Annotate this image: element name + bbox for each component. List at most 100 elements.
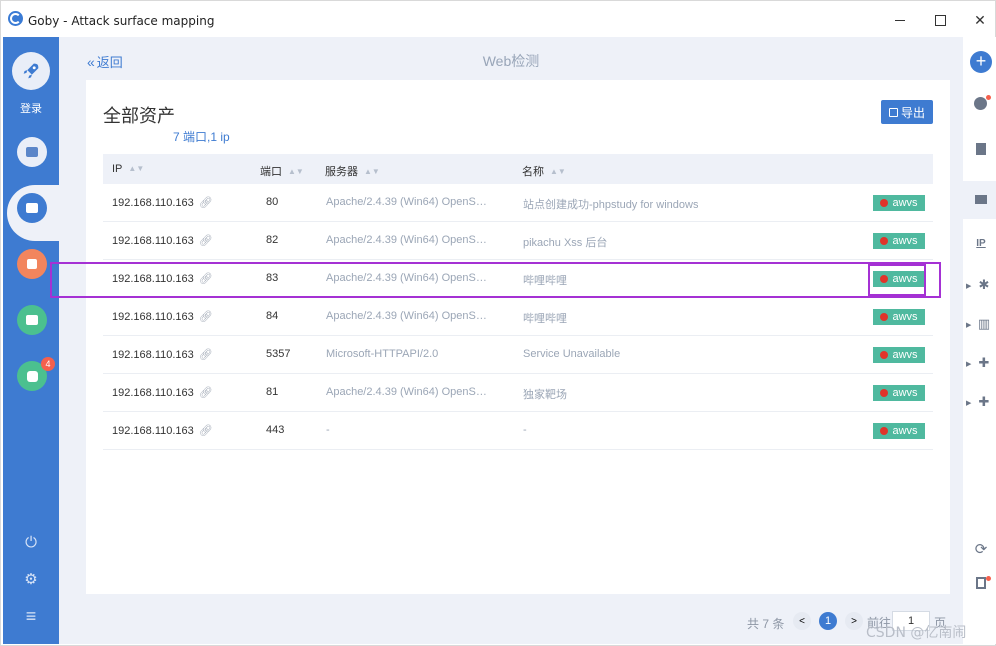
- name-cell: 站点创建成功-phpstudy for windows: [523, 199, 699, 211]
- add-task-button[interactable]: +: [970, 51, 992, 73]
- ip-cell[interactable]: 192.168.110.163 🔗︎: [112, 196, 213, 209]
- right-toolbar: + IP ▶ ✱ ▶ ▥ ▶ ✚ ▶ ✚ ⟳: [963, 37, 996, 644]
- notification-dot: [986, 576, 991, 581]
- link-icon[interactable]: 🔗︎: [199, 348, 213, 361]
- server-cell: Apache/2.4.39 (Win64) OpenSS...: [326, 196, 491, 208]
- rocket-icon: [23, 63, 39, 79]
- server-cell: Apache/2.4.39 (Win64) OpenSS...: [326, 310, 491, 322]
- sort-icon: ▲▼: [364, 167, 380, 176]
- app-window: Goby - Attack surface mapping ✕ 登录 4 ⏻ ⚙…: [0, 0, 996, 646]
- link-icon[interactable]: 🔗︎: [199, 310, 213, 323]
- bar-chart-icon[interactable]: ▥: [976, 316, 992, 332]
- table-row[interactable]: 192.168.110.163 🔗︎ 5357 Microsoft-HTTPAPI…: [103, 336, 933, 374]
- awvs-button[interactable]: awvs: [873, 423, 925, 439]
- avatar[interactable]: [12, 52, 50, 90]
- ip-cell[interactable]: 192.168.110.163 🔗︎: [112, 234, 213, 247]
- expand-icon: ▶: [966, 361, 972, 368]
- close-button[interactable]: ✕: [965, 9, 995, 31]
- pagination-total: 共 7 条: [747, 617, 785, 631]
- puzzle-icon[interactable]: ✚: [976, 355, 992, 371]
- chevron-left-icon: <: [799, 615, 805, 627]
- server-cell: Microsoft-HTTPAPI/2.0: [326, 348, 439, 360]
- window-icon: [26, 147, 38, 157]
- table-row[interactable]: 192.168.110.163 🔗︎ 81 Apache/2.4.39 (Win6…: [103, 374, 933, 412]
- awvs-icon: [880, 199, 889, 207]
- login-link[interactable]: 登录: [3, 100, 59, 116]
- plugin-count-badge: 4: [41, 357, 55, 371]
- sidebar-item-vulns[interactable]: [17, 249, 47, 279]
- awvs-button[interactable]: awvs: [873, 385, 925, 401]
- name-cell: 独家靶场: [523, 389, 567, 401]
- server-cell: Apache/2.4.39 (Win64) OpenSS...: [326, 386, 491, 398]
- column-header-server[interactable]: 服务器 ▲▼: [325, 163, 380, 179]
- chevron-right-icon: >: [851, 615, 857, 627]
- name-cell: 哔哩哔哩: [523, 313, 567, 325]
- server-cell: -: [326, 424, 330, 436]
- table-row[interactable]: 192.168.110.163 🔗︎ 84 Apache/2.4.39 (Win6…: [103, 298, 933, 336]
- card-title: 全部资产: [103, 106, 175, 126]
- expand-icon: ▶: [966, 400, 972, 407]
- watermark: CSDN @亿南闹: [866, 625, 967, 641]
- name-cell: -: [523, 424, 527, 436]
- sidebar-item-stats[interactable]: [17, 305, 47, 335]
- refresh-icon[interactable]: ⟳: [973, 542, 989, 558]
- sidebar-item-assets[interactable]: [17, 193, 47, 223]
- ip-cell[interactable]: 192.168.110.163 🔗︎: [112, 310, 213, 323]
- sort-icon: ▲▼: [288, 167, 304, 176]
- expand-icon: ▶: [966, 283, 972, 290]
- bug-icon[interactable]: ✱: [976, 277, 992, 293]
- highlight-box-row: [50, 262, 941, 298]
- asset-summary: 7 端口,1 ip: [173, 130, 230, 144]
- awvs-icon: [880, 313, 889, 321]
- chart-icon: [26, 315, 38, 325]
- ip-cell[interactable]: 192.168.110.163 🔗︎: [112, 348, 213, 361]
- gear-icon[interactable]: ⚙: [21, 570, 41, 590]
- menu-icon[interactable]: ≡: [21, 606, 41, 626]
- goby-logo-icon: [8, 11, 23, 26]
- history-icon[interactable]: [974, 97, 987, 110]
- export-label: 导出: [900, 105, 925, 120]
- window-title: Goby - Attack surface mapping: [28, 14, 215, 28]
- awvs-icon: [880, 427, 889, 435]
- ip-cell[interactable]: 192.168.110.163 🔗︎: [112, 424, 213, 437]
- port-cell: 84: [266, 310, 279, 322]
- next-page-button[interactable]: >: [845, 612, 863, 630]
- table-row[interactable]: 192.168.110.163 🔗︎ 443 - - awvs: [103, 412, 933, 450]
- puzzle-icon: [26, 370, 38, 382]
- sidebar-item-scan[interactable]: [17, 137, 47, 167]
- awvs-button[interactable]: awvs: [873, 195, 925, 211]
- awvs-button[interactable]: awvs: [873, 347, 925, 363]
- link-icon[interactable]: 🔗︎: [199, 386, 213, 399]
- link-icon[interactable]: 🔗︎: [199, 424, 213, 437]
- export-button[interactable]: 导出: [881, 100, 933, 124]
- column-header-ip[interactable]: IP ▲▼: [112, 163, 144, 175]
- ip-cell[interactable]: 192.168.110.163 🔗︎: [112, 386, 213, 399]
- table-row[interactable]: 192.168.110.163 🔗︎ 80 Apache/2.4.39 (Win6…: [103, 184, 933, 222]
- link-icon[interactable]: 🔗︎: [199, 234, 213, 247]
- awvs-icon: [880, 237, 889, 245]
- power-icon[interactable]: ⏻: [21, 533, 41, 553]
- puzzle-settings-icon[interactable]: ✚: [976, 394, 992, 410]
- name-cell: pikachu Xss 后台: [523, 237, 608, 249]
- main-panel: «返回 Web检测 全部资产 7 端口,1 ip 导出 IP ▲▼ 端口 ▲▼ 服务…: [59, 37, 963, 644]
- prev-page-button[interactable]: <: [793, 612, 811, 630]
- table-header: IP ▲▼ 端口 ▲▼ 服务器 ▲▼ 名称 ▲▼: [103, 154, 933, 184]
- port-cell: 81: [266, 386, 279, 398]
- awvs-button[interactable]: awvs: [873, 233, 925, 249]
- sort-icon: ▲▼: [550, 167, 566, 176]
- document-icon[interactable]: [973, 143, 989, 159]
- link-icon[interactable]: 🔗︎: [199, 196, 213, 209]
- ip-icon[interactable]: IP: [973, 236, 989, 252]
- monitor-icon[interactable]: [973, 192, 989, 208]
- sort-icon: ▲▼: [128, 164, 145, 173]
- left-sidebar: 登录 4 ⏻ ⚙ ≡: [3, 37, 63, 644]
- maximize-button[interactable]: [925, 9, 955, 31]
- awvs-button[interactable]: awvs: [873, 309, 925, 325]
- table-row[interactable]: 192.168.110.163 🔗︎ 82 Apache/2.4.39 (Win6…: [103, 222, 933, 260]
- column-header-port[interactable]: 端口 ▲▼: [260, 163, 304, 179]
- minimize-button[interactable]: [885, 9, 915, 31]
- page-number-current[interactable]: 1: [819, 612, 837, 630]
- column-header-name[interactable]: 名称 ▲▼: [522, 163, 566, 179]
- title-bar: Goby - Attack surface mapping ✕: [1, 1, 995, 37]
- notification-dot: [986, 95, 991, 100]
